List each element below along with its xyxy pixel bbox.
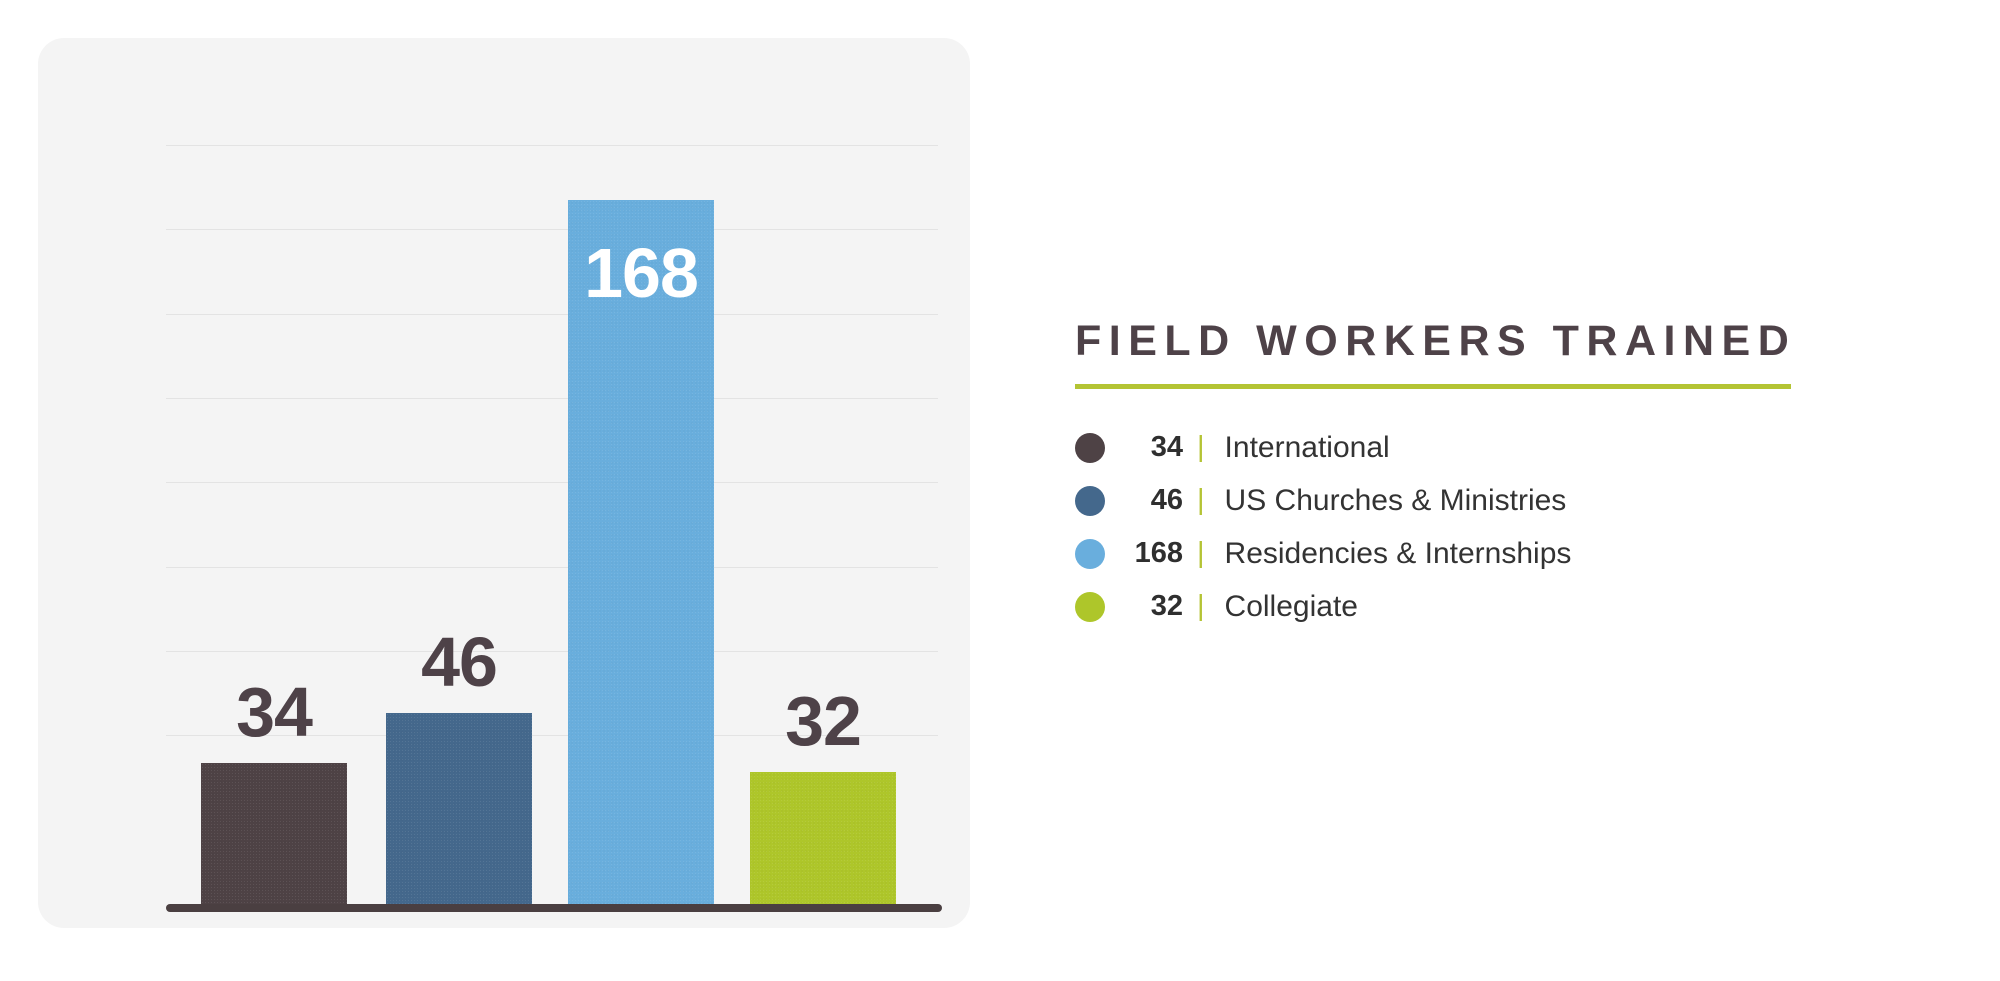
bar xyxy=(750,771,896,906)
bar xyxy=(386,712,532,906)
bar-group: 46 xyxy=(386,100,532,906)
legend-panel: FIELD WORKERS TRAINED 34 | International 46… xyxy=(1075,320,1835,633)
legend-value: 168 xyxy=(1134,537,1183,569)
legend-value: 34 xyxy=(1150,431,1183,463)
bar-group: 34 xyxy=(201,100,347,906)
legend-color-dot xyxy=(1075,591,1105,622)
bar xyxy=(201,763,347,906)
legend-label: Collegiate xyxy=(1224,589,1358,623)
bar-value-label: 32 xyxy=(785,681,862,760)
legend-list: 34 | International 46 | US Churches & Ministr… xyxy=(1075,421,1835,633)
chart-card: 34 46 168 32 xyxy=(38,38,970,928)
axis-baseline xyxy=(166,904,942,912)
legend-label: Residencies & Internships xyxy=(1224,536,1572,570)
bar-value-label: 168 xyxy=(584,234,699,313)
legend-item: 46 | US Churches & Ministries xyxy=(1075,474,1835,527)
legend-color-dot xyxy=(1075,485,1105,516)
bar-group: 168 xyxy=(568,100,714,906)
bar: 168 xyxy=(568,200,714,906)
legend-label: International xyxy=(1224,430,1390,464)
legend-color-dot xyxy=(1075,432,1105,463)
legend-item: 32 | Collegiate xyxy=(1075,580,1835,633)
bar-value-label: 34 xyxy=(236,673,313,752)
legend-value: 32 xyxy=(1150,590,1183,622)
bar-value-label: 46 xyxy=(421,622,498,701)
legend-separator: | xyxy=(1197,590,1205,622)
page-title: FIELD WORKERS TRAINED xyxy=(1075,317,1797,365)
legend-item: 168 | Residencies & Internships xyxy=(1075,527,1835,580)
legend-item: 34 | International xyxy=(1075,421,1835,474)
legend-separator: | xyxy=(1197,537,1205,569)
legend-value: 46 xyxy=(1150,484,1183,516)
bar-group: 32 xyxy=(750,100,896,906)
plot-area: 34 46 168 32 xyxy=(128,100,942,912)
title-underline xyxy=(1075,384,1791,389)
legend-separator: | xyxy=(1197,431,1205,463)
legend-color-dot xyxy=(1075,538,1105,569)
bars-layer: 34 46 168 32 xyxy=(128,100,938,912)
legend-separator: | xyxy=(1197,484,1205,516)
legend-label: US Churches & Ministries xyxy=(1224,483,1567,517)
